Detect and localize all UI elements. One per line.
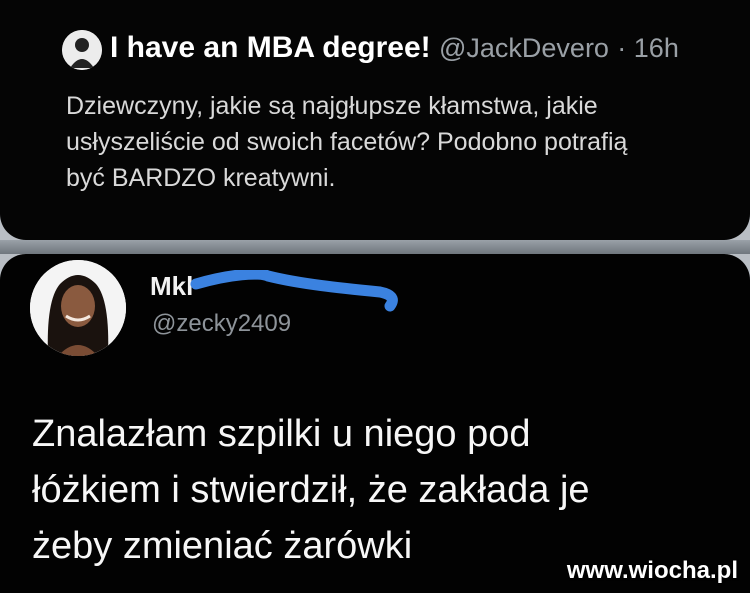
tweet-text: Dziewczyny, jakie są najgłupsze kłamstwa… [66, 88, 746, 196]
avatar[interactable] [30, 260, 126, 356]
handle[interactable]: @zecky2409 [152, 310, 291, 338]
avatar[interactable] [62, 30, 102, 70]
avatar-photo [30, 260, 126, 356]
tweet-line: łóżkiem i stwierdził, że zakłada je [32, 469, 590, 511]
tweet-line: być BARDZO kreatywni. [66, 164, 336, 192]
tweet-header: I have an MBA degree! @JackDevero · 16h [110, 26, 679, 70]
handle[interactable]: @JackDevero [439, 33, 609, 63]
tweet-line: usłyszeliście od swoich facetów? Podobno… [66, 128, 628, 156]
quoted-tweet: I have an MBA degree! @JackDevero · 16h … [0, 0, 750, 240]
reply-tweet: Mkl @zecky2409 Znalazłam szpilki u niego… [0, 254, 750, 593]
timestamp[interactable]: · 16h [617, 33, 679, 63]
divider [0, 240, 750, 254]
tweet-line: Znalazłam szpilki u niego pod [32, 413, 531, 455]
watermark: www.wiocha.pl [566, 557, 738, 584]
display-name[interactable]: Mkl [150, 271, 193, 302]
tweet-text: Znalazłam szpilki u niego pod łóżkiem i … [32, 406, 590, 574]
tweet-line: żeby zmieniać żarówki [32, 525, 413, 567]
avatar-icon [62, 30, 102, 70]
display-name[interactable]: I have an MBA degree! [110, 31, 431, 64]
tweet-line: Dziewczyny, jakie są najgłupsze kłamstwa… [66, 92, 598, 120]
